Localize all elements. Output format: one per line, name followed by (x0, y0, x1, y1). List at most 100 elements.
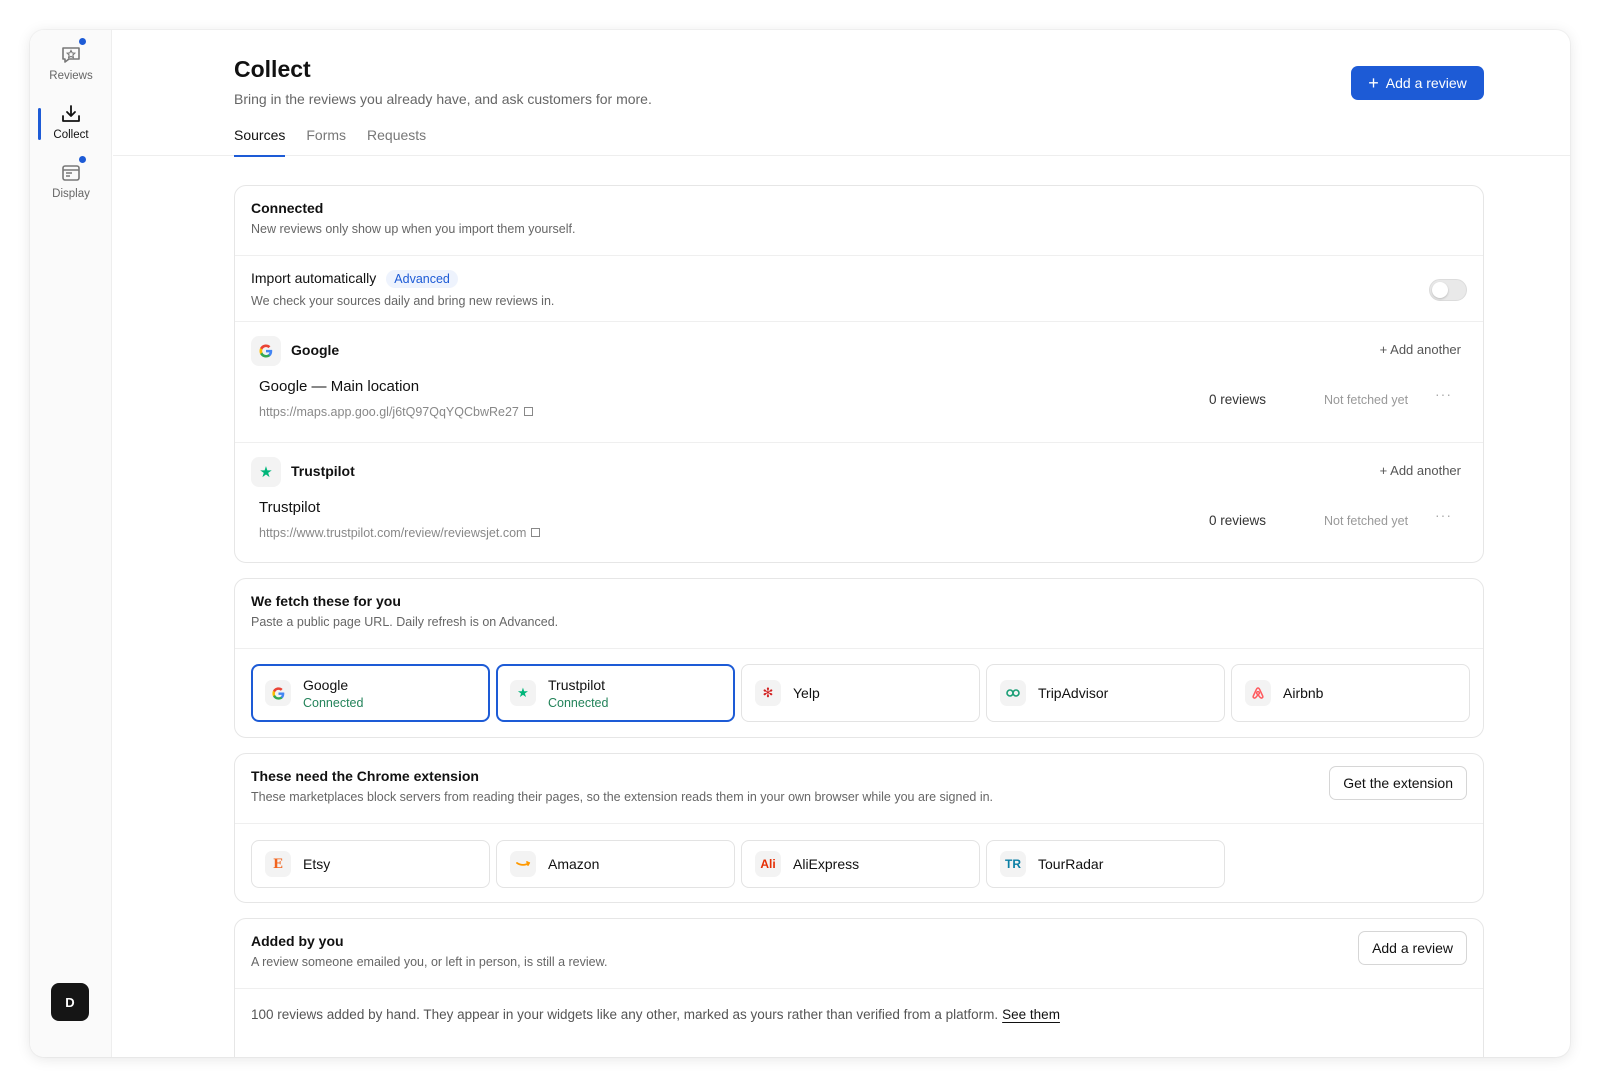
location-name: Trustpilot (259, 499, 321, 516)
chrome-platform-tiles: E Etsy Amazon Ali AliExpress TR TourRada… (251, 840, 1225, 888)
fetch-card-header: We fetch these for you Paste a public pa… (235, 579, 1483, 649)
tab-sources[interactable]: Sources (234, 127, 286, 157)
tab-bar: Sources Forms Requests (234, 127, 426, 157)
sidebar: Reviews Collect Display D (30, 30, 112, 1057)
plus-icon: + (1368, 73, 1379, 93)
source-trustpilot: ★ Trustpilot + Add another Trustpilot ht… (235, 443, 1483, 562)
sidebar-item-reviews[interactable]: Reviews (30, 38, 112, 96)
google-logo-icon (251, 336, 281, 366)
sidebar-item-label: Collect (53, 129, 89, 141)
source-name: Trustpilot (291, 463, 355, 479)
location-url-link[interactable]: https://www.trustpilot.com/review/review… (259, 526, 541, 540)
add-another-google-button[interactable]: + Add another (1380, 342, 1461, 357)
more-options-icon[interactable]: ··· (1435, 386, 1452, 402)
manual-title: Added by you (251, 933, 344, 949)
google-logo-icon (265, 680, 291, 706)
aliexpress-logo-icon: Ali (755, 851, 781, 877)
platform-tile-tourradar[interactable]: TR TourRadar (986, 840, 1225, 888)
manual-reviews-info: 100 reviews added by hand. They appear i… (251, 1007, 1060, 1022)
platform-name: Etsy (303, 856, 331, 872)
app-window: Reviews Collect Display D Collect Bring … (30, 30, 1570, 1057)
manual-card-header: Added by you A review someone emailed yo… (235, 919, 1483, 989)
fetch-title: We fetch these for you (251, 593, 401, 609)
source-name: Google (291, 342, 340, 358)
sidebar-item-collect[interactable]: Collect (30, 103, 112, 155)
platform-tile-google[interactable]: Google Connected (251, 664, 490, 722)
review-count: 0 reviews (1209, 392, 1267, 407)
sidebar-item-label: Display (52, 188, 90, 200)
chrome-desc: These marketplaces block servers from re… (251, 790, 994, 804)
fetch-platform-tiles: Google Connected ★ Trustpilot Connected … (251, 664, 1470, 722)
add-another-label: Add another (1390, 463, 1461, 478)
chrome-title: These need the Chrome extension (251, 768, 479, 784)
platform-name: TourRadar (1038, 856, 1104, 872)
get-extension-button[interactable]: Get the extension (1329, 766, 1467, 800)
import-desc: We check your sources daily and bring ne… (251, 294, 555, 308)
platform-status: Connected (303, 695, 364, 710)
star-chat-icon (60, 38, 86, 66)
tab-requests[interactable]: Requests (367, 127, 426, 156)
chrome-extension-card: These need the Chrome extension These ma… (234, 753, 1484, 903)
connected-title: Connected (251, 200, 324, 216)
more-options-icon[interactable]: ··· (1435, 507, 1452, 523)
see-them-link[interactable]: See them (1002, 1007, 1060, 1022)
import-automatically-toggle[interactable] (1429, 279, 1467, 301)
location-url: https://www.trustpilot.com/review/review… (259, 526, 527, 540)
added-by-you-card: Added by you A review someone emailed yo… (234, 918, 1484, 1057)
tab-forms[interactable]: Forms (306, 127, 346, 156)
add-review-secondary-button[interactable]: Add a review (1358, 931, 1467, 965)
user-avatar[interactable]: D (51, 983, 89, 1021)
source-google: Google + Add another Google — Main locat… (235, 322, 1483, 443)
platform-name: Google (303, 676, 349, 693)
tourradar-logo-icon: TR (1000, 851, 1026, 877)
fetch-status: Not fetched yet (1324, 514, 1409, 528)
add-review-button[interactable]: + Add a review (1351, 66, 1484, 100)
connected-card: Connected New reviews only show up when … (234, 185, 1484, 563)
platform-tile-amazon[interactable]: Amazon (496, 840, 735, 888)
page-header: Collect Bring in the reviews you already… (113, 30, 1570, 157)
amazon-smile-icon (510, 851, 536, 877)
external-link-icon (523, 407, 533, 417)
platform-name: AliExpress (793, 856, 860, 872)
airbnb-logo-icon (1245, 680, 1271, 706)
download-tray-icon (60, 103, 82, 125)
import-label: Import automatically (251, 270, 377, 286)
platform-tile-tripadvisor[interactable]: TripAdvisor (986, 664, 1225, 722)
platform-tile-aliexpress[interactable]: Ali AliExpress (741, 840, 980, 888)
tripadvisor-owl-icon (1000, 680, 1026, 706)
external-link-icon (531, 528, 541, 538)
sidebar-item-display[interactable]: Display (30, 156, 112, 214)
import-automatically-row: Import automatically Advanced We check yo… (235, 256, 1483, 322)
platform-tile-trustpilot[interactable]: ★ Trustpilot Connected (496, 664, 735, 722)
manual-info-text: 100 reviews added by hand. They appear i… (251, 1007, 999, 1022)
platform-name: Trustpilot (548, 676, 606, 693)
platform-tile-yelp[interactable]: ✻ Yelp (741, 664, 980, 722)
toggle-knob (1432, 282, 1448, 298)
etsy-logo-icon: E (265, 851, 291, 877)
location-url-link[interactable]: https://maps.app.goo.gl/j6tQ97QqYQCbwRe2… (259, 405, 533, 419)
review-count: 0 reviews (1209, 513, 1267, 528)
notification-dot (79, 38, 86, 45)
platform-name: Airbnb (1283, 685, 1324, 701)
manual-desc: A review someone emailed you, or left in… (251, 955, 608, 969)
trustpilot-star-icon: ★ (251, 457, 281, 487)
chrome-card-header: These need the Chrome extension These ma… (235, 754, 1483, 824)
location-url: https://maps.app.goo.gl/j6tQ97QqYQCbwRe2… (259, 405, 519, 419)
platform-status: Connected (548, 695, 609, 710)
platform-name: Amazon (548, 856, 600, 872)
layout-window-icon (60, 156, 86, 184)
page-title: Collect (234, 56, 311, 82)
yelp-burst-icon: ✻ (755, 680, 781, 706)
fetch-card: We fetch these for you Paste a public pa… (234, 578, 1484, 738)
advanced-badge: Advanced (386, 270, 458, 288)
platform-tile-etsy[interactable]: E Etsy (251, 840, 490, 888)
sidebar-item-label: Reviews (49, 70, 93, 82)
trustpilot-star-icon: ★ (510, 680, 536, 706)
notification-dot (79, 156, 86, 163)
add-another-trustpilot-button[interactable]: + Add another (1380, 463, 1461, 478)
connected-desc: New reviews only show up when you import… (251, 222, 576, 236)
connected-card-header: Connected New reviews only show up when … (235, 186, 1483, 256)
fetch-desc: Paste a public page URL. Daily refresh i… (251, 615, 559, 629)
platform-tile-airbnb[interactable]: Airbnb (1231, 664, 1470, 722)
fetch-status: Not fetched yet (1324, 393, 1409, 407)
